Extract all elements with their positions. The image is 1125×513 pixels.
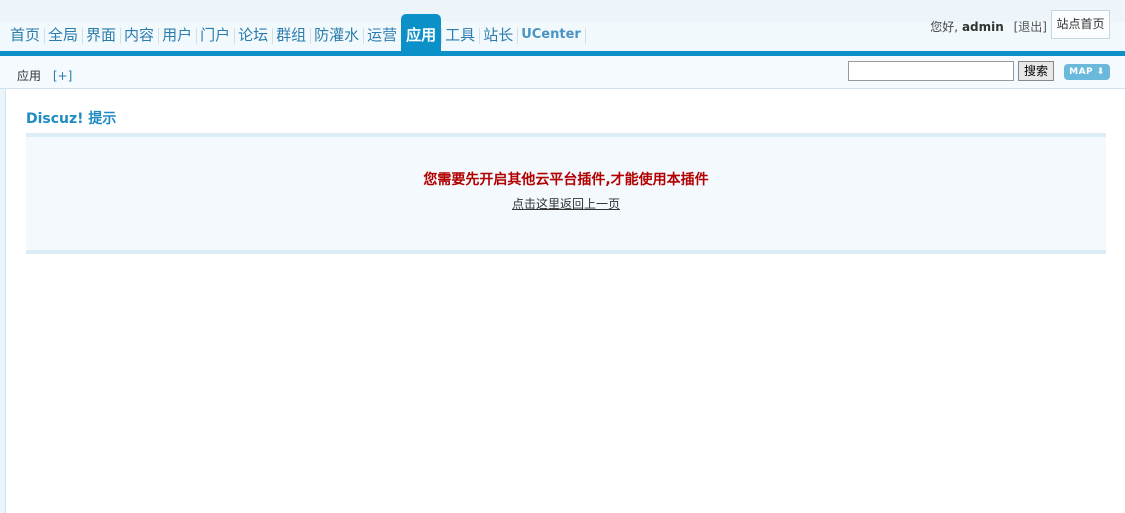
nav-item-interface[interactable]: 界面 — [82, 14, 122, 51]
username: admin — [961, 20, 1004, 34]
nav-item-ucenter[interactable]: UCenter — [517, 14, 586, 51]
greeting-text: 您好, — [930, 20, 959, 34]
add-shortcut-link[interactable]: [+] — [53, 69, 72, 83]
breadcrumb-current: 应用 — [17, 69, 42, 83]
nav-item-webmaster[interactable]: 站长 — [479, 14, 519, 51]
nav-item-anti-spam[interactable]: 防灌水 — [310, 14, 365, 51]
site-home-button[interactable]: 站点首页 — [1051, 10, 1110, 39]
left-edge-divider — [0, 89, 6, 513]
nav-item-forum[interactable]: 论坛 — [234, 14, 274, 51]
nav-item-tools[interactable]: 工具 — [441, 14, 481, 51]
nav-item-home[interactable]: 首页 — [6, 14, 46, 51]
breadcrumb: 应用 [+] — [17, 67, 72, 84]
nav-item-groups[interactable]: 群组 — [272, 14, 312, 51]
sub-header: 应用 [+] 搜索 MAP ⬇ — [0, 56, 1125, 89]
nav-item-operations[interactable]: 运营 — [363, 14, 403, 51]
user-info: 您好, admin [退出] — [930, 18, 1047, 35]
nav-item-content[interactable]: 内容 — [120, 14, 160, 51]
search-button[interactable]: 搜索 — [1018, 61, 1054, 81]
message-panel: 您需要先开启其他云平台插件,才能使用本插件 点击这里返回上一页 — [26, 133, 1106, 254]
nav-item-global[interactable]: 全局 — [44, 14, 84, 51]
nav-item-users[interactable]: 用户 — [158, 14, 198, 51]
page-title: Discuz! 提示 — [26, 111, 117, 127]
search-input[interactable] — [848, 61, 1014, 81]
back-link[interactable]: 点击这里返回上一页 — [26, 195, 1106, 212]
top-header: 首页 全局 界面 内容 用户 门户 论坛 群组 防灌水 运营 应用 工具 站长 … — [0, 0, 1125, 56]
nav-item-apps[interactable]: 应用 — [401, 14, 443, 51]
error-message: 您需要先开启其他云平台插件,才能使用本插件 — [423, 172, 709, 188]
logout-link[interactable]: [退出] — [1014, 20, 1047, 34]
map-button[interactable]: MAP ⬇ — [1064, 64, 1110, 80]
main-nav: 首页 全局 界面 内容 用户 门户 论坛 群组 防灌水 运营 应用 工具 站长 … — [6, 14, 586, 51]
nav-item-portal[interactable]: 门户 — [196, 14, 236, 51]
